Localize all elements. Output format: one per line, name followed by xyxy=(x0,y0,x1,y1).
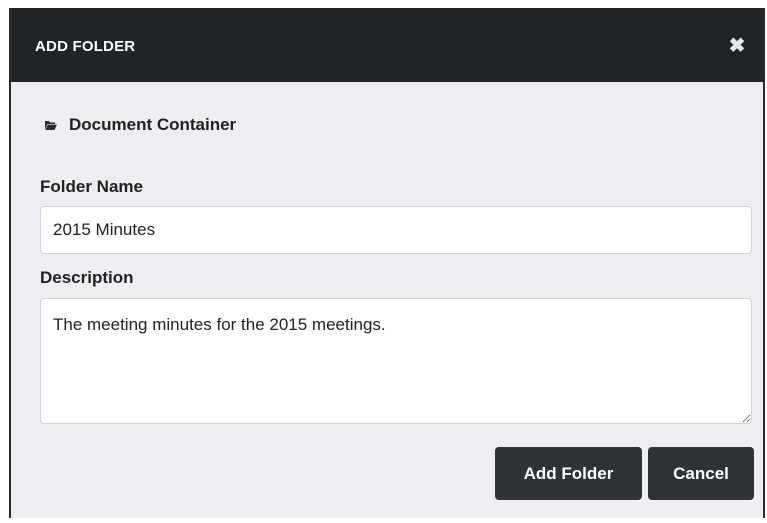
description-textarea[interactable]: The meeting minutes for the 2015 meeting… xyxy=(40,298,752,424)
close-icon[interactable]: ✖ xyxy=(727,36,747,56)
breadcrumb: Document Container xyxy=(45,115,236,135)
description-label: Description xyxy=(40,268,134,287)
add-folder-dialog: ADD FOLDER ✖ Document Container Folder N… xyxy=(9,8,765,518)
folder-name-label: Folder Name xyxy=(40,177,143,196)
cancel-button[interactable]: Cancel xyxy=(648,447,754,500)
dialog-header: ADD FOLDER ✖ xyxy=(11,8,763,82)
folder-name-input[interactable] xyxy=(40,206,752,254)
add-folder-button[interactable]: Add Folder xyxy=(495,447,642,500)
breadcrumb-label: Document Container xyxy=(69,115,237,134)
folder-open-icon xyxy=(45,120,57,130)
dialog-title: ADD FOLDER xyxy=(35,38,136,55)
